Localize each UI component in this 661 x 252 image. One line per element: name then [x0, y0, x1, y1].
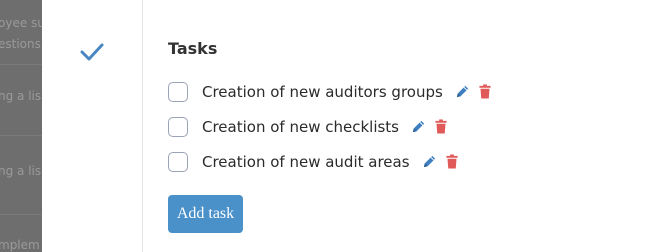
background-text: ng a lis [0, 89, 42, 103]
pencil-icon[interactable] [422, 154, 437, 169]
task-list: Tasks Creation of new auditors groups Cr… [168, 38, 492, 179]
background-text: mplem [0, 238, 40, 252]
checkmark-icon [80, 43, 104, 61]
column-divider [142, 0, 143, 252]
tasks-heading: Tasks [168, 39, 218, 58]
task-label: Creation of new audit areas [202, 152, 410, 171]
task-label: Creation of new checklists [202, 117, 399, 136]
task-checkbox[interactable] [168, 81, 188, 102]
task-panel: Tasks Creation of new auditors groups Cr… [42, 0, 661, 252]
task-item: Creation of new audit areas [168, 144, 492, 179]
task-item: Creation of new auditors groups [168, 74, 492, 109]
task-label: Creation of new auditors groups [202, 82, 443, 101]
task-checkbox[interactable] [168, 151, 188, 172]
task-item: Creation of new checklists [168, 109, 492, 144]
background-divider [0, 135, 42, 136]
pencil-icon[interactable] [455, 84, 470, 99]
background-page: oyee su estions ng a lis ng a lis mplem [0, 0, 42, 252]
background-divider [0, 214, 42, 215]
task-checkbox[interactable] [168, 116, 188, 137]
trash-icon[interactable] [478, 84, 492, 99]
background-text: oyee su [0, 16, 42, 30]
background-text: estions [0, 37, 41, 51]
trash-icon[interactable] [445, 154, 459, 169]
background-divider [0, 64, 42, 65]
trash-icon[interactable] [434, 119, 448, 134]
pencil-icon[interactable] [411, 119, 426, 134]
add-task-button[interactable]: Add task [168, 195, 243, 233]
background-text: ng a lis [0, 164, 42, 178]
